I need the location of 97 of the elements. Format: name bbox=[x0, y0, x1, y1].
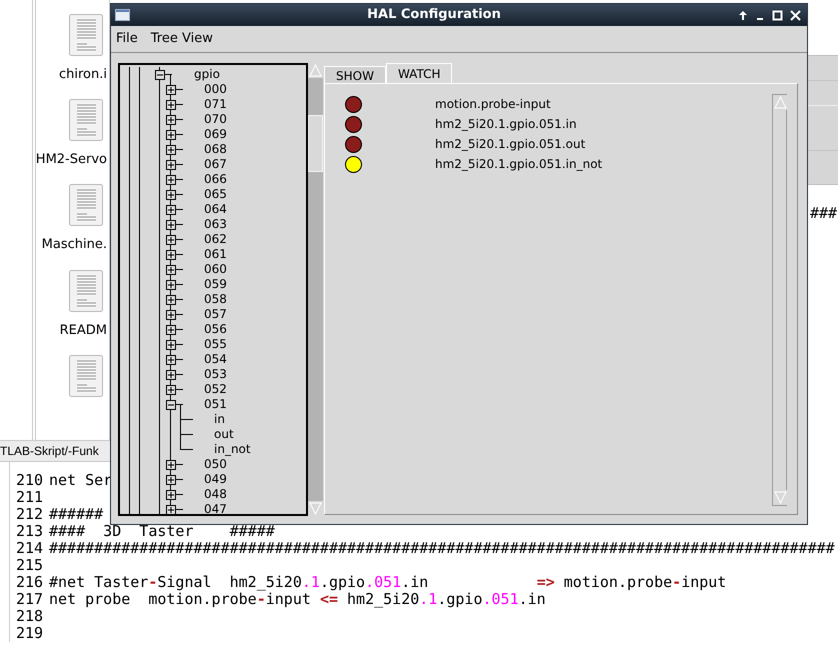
menu-item[interactable]: File bbox=[116, 29, 138, 49]
line-number: 215 bbox=[16, 557, 44, 574]
expand-icon[interactable] bbox=[166, 460, 176, 470]
line-number: 210 bbox=[16, 472, 44, 489]
pin-name: motion.probe-input bbox=[435, 96, 551, 113]
tree-item[interactable]: 051 bbox=[204, 397, 227, 412]
expand-icon[interactable] bbox=[166, 475, 176, 485]
expand-icon[interactable] bbox=[166, 505, 176, 514]
expand-icon[interactable] bbox=[166, 325, 176, 335]
line-number: 211 bbox=[16, 489, 44, 506]
expand-icon[interactable] bbox=[166, 205, 176, 215]
window-title: HAL Configuration bbox=[366, 6, 502, 24]
line-number: 219 bbox=[16, 625, 44, 642]
line-number: 218 bbox=[16, 608, 44, 625]
expand-icon[interactable] bbox=[166, 280, 176, 290]
menu-item[interactable]: Tree View bbox=[150, 29, 213, 49]
tree-item[interactable]: gpio bbox=[194, 67, 220, 82]
expand-icon[interactable] bbox=[166, 85, 176, 95]
expand-icon[interactable] bbox=[166, 220, 176, 230]
expand-icon[interactable] bbox=[166, 235, 176, 245]
scrollbar-thumb[interactable] bbox=[308, 115, 323, 172]
tree-item[interactable]: 056 bbox=[204, 322, 227, 337]
tab[interactable]: SHOW bbox=[324, 66, 386, 83]
tree-item[interactable]: 054 bbox=[204, 352, 227, 367]
code-text: ### bbox=[809, 203, 838, 224]
line-number: 214 bbox=[16, 540, 44, 557]
tree-item[interactable]: 063 bbox=[204, 217, 227, 232]
file-name[interactable]: READM bbox=[60, 320, 107, 340]
code-line: ####################################################################################### bbox=[49, 540, 835, 557]
document-icon bbox=[69, 99, 103, 142]
tree-item[interactable]: 047 bbox=[204, 502, 227, 514]
tree-item[interactable]: 061 bbox=[204, 247, 227, 262]
tree-item[interactable]: 067 bbox=[204, 157, 227, 172]
tree-item[interactable]: 071 bbox=[204, 97, 227, 112]
tree-item[interactable]: 069 bbox=[204, 127, 227, 142]
file-name[interactable]: HM2-Servo bbox=[36, 150, 107, 170]
tree-item[interactable]: 050 bbox=[204, 457, 227, 472]
collapse-icon[interactable] bbox=[155, 70, 165, 80]
expand-icon[interactable] bbox=[166, 250, 176, 260]
expand-icon[interactable] bbox=[166, 145, 176, 155]
tree-item[interactable]: in bbox=[214, 412, 225, 427]
file-name[interactable]: Maschine. bbox=[42, 235, 107, 255]
expand-icon[interactable] bbox=[166, 385, 176, 395]
code-line: ###### bbox=[49, 506, 104, 523]
tree-item[interactable]: 053 bbox=[204, 367, 227, 382]
tree-item[interactable]: 058 bbox=[204, 292, 227, 307]
file-name[interactable]: chiron.i bbox=[59, 65, 107, 84]
expand-icon[interactable] bbox=[166, 265, 176, 275]
code-line: #### 3D Taster ##### bbox=[49, 523, 275, 540]
expand-icon[interactable] bbox=[166, 310, 176, 320]
expand-icon[interactable] bbox=[166, 370, 176, 380]
maximize-icon[interactable] bbox=[772, 10, 783, 20]
tree-item[interactable]: 048 bbox=[204, 487, 227, 502]
expand-icon[interactable] bbox=[166, 160, 176, 170]
expand-icon[interactable] bbox=[166, 190, 176, 200]
close-icon[interactable] bbox=[790, 10, 801, 20]
document-icon bbox=[69, 14, 103, 56]
document-icon bbox=[69, 354, 103, 397]
window-icon bbox=[115, 9, 130, 21]
tree-item[interactable]: 062 bbox=[204, 232, 227, 247]
line-number: 213 bbox=[16, 523, 44, 540]
tree-item[interactable]: 070 bbox=[204, 112, 227, 127]
tree-item[interactable]: 000 bbox=[204, 82, 227, 97]
pin-name: hm2_5i20.1.gpio.051.in_not bbox=[435, 156, 602, 173]
tree-item[interactable]: 057 bbox=[204, 307, 227, 322]
tab[interactable]: WATCH bbox=[386, 63, 452, 83]
expand-icon[interactable] bbox=[166, 175, 176, 185]
document-icon bbox=[69, 270, 103, 312]
line-number: 217 bbox=[16, 591, 44, 608]
tree-item[interactable]: 064 bbox=[204, 202, 227, 217]
line-number: 216 bbox=[16, 574, 44, 591]
pin-name: hm2_5i20.1.gpio.051.out bbox=[435, 136, 586, 153]
expand-icon[interactable] bbox=[166, 340, 176, 350]
code-line: net probe motion.probe-input <= hm2_5i20.1.gpio.051.in bbox=[49, 591, 546, 608]
collapse-icon[interactable] bbox=[166, 400, 176, 410]
tree-item[interactable]: 065 bbox=[204, 187, 227, 202]
arrow-up-icon[interactable] bbox=[738, 10, 748, 20]
line-number: 212 bbox=[16, 506, 44, 523]
expand-icon[interactable] bbox=[166, 115, 176, 125]
tree-item[interactable]: 060 bbox=[204, 262, 227, 277]
expand-icon[interactable] bbox=[166, 490, 176, 500]
document-icon bbox=[69, 184, 103, 226]
tree-item[interactable]: 049 bbox=[204, 472, 227, 487]
tree-item[interactable]: 055 bbox=[204, 337, 227, 352]
tree-item[interactable]: 068 bbox=[204, 142, 227, 157]
expand-icon[interactable] bbox=[166, 355, 176, 365]
expand-icon[interactable] bbox=[166, 295, 176, 305]
tree-item[interactable]: 059 bbox=[204, 277, 227, 292]
expand-icon[interactable] bbox=[166, 100, 176, 110]
tree-item[interactable]: 066 bbox=[204, 172, 227, 187]
tree-item[interactable]: 052 bbox=[204, 382, 227, 397]
tree-item[interactable]: in_not bbox=[214, 442, 251, 457]
pin-name: hm2_5i20.1.gpio.051.in bbox=[435, 116, 577, 133]
code-line: #net Taster-Signal hm2_5i20.1.gpio.051.in => motion.probe-input bbox=[49, 574, 726, 591]
tree-item[interactable]: out bbox=[214, 427, 234, 442]
code-line: net Ser bbox=[49, 472, 112, 489]
expand-icon[interactable] bbox=[166, 130, 176, 140]
